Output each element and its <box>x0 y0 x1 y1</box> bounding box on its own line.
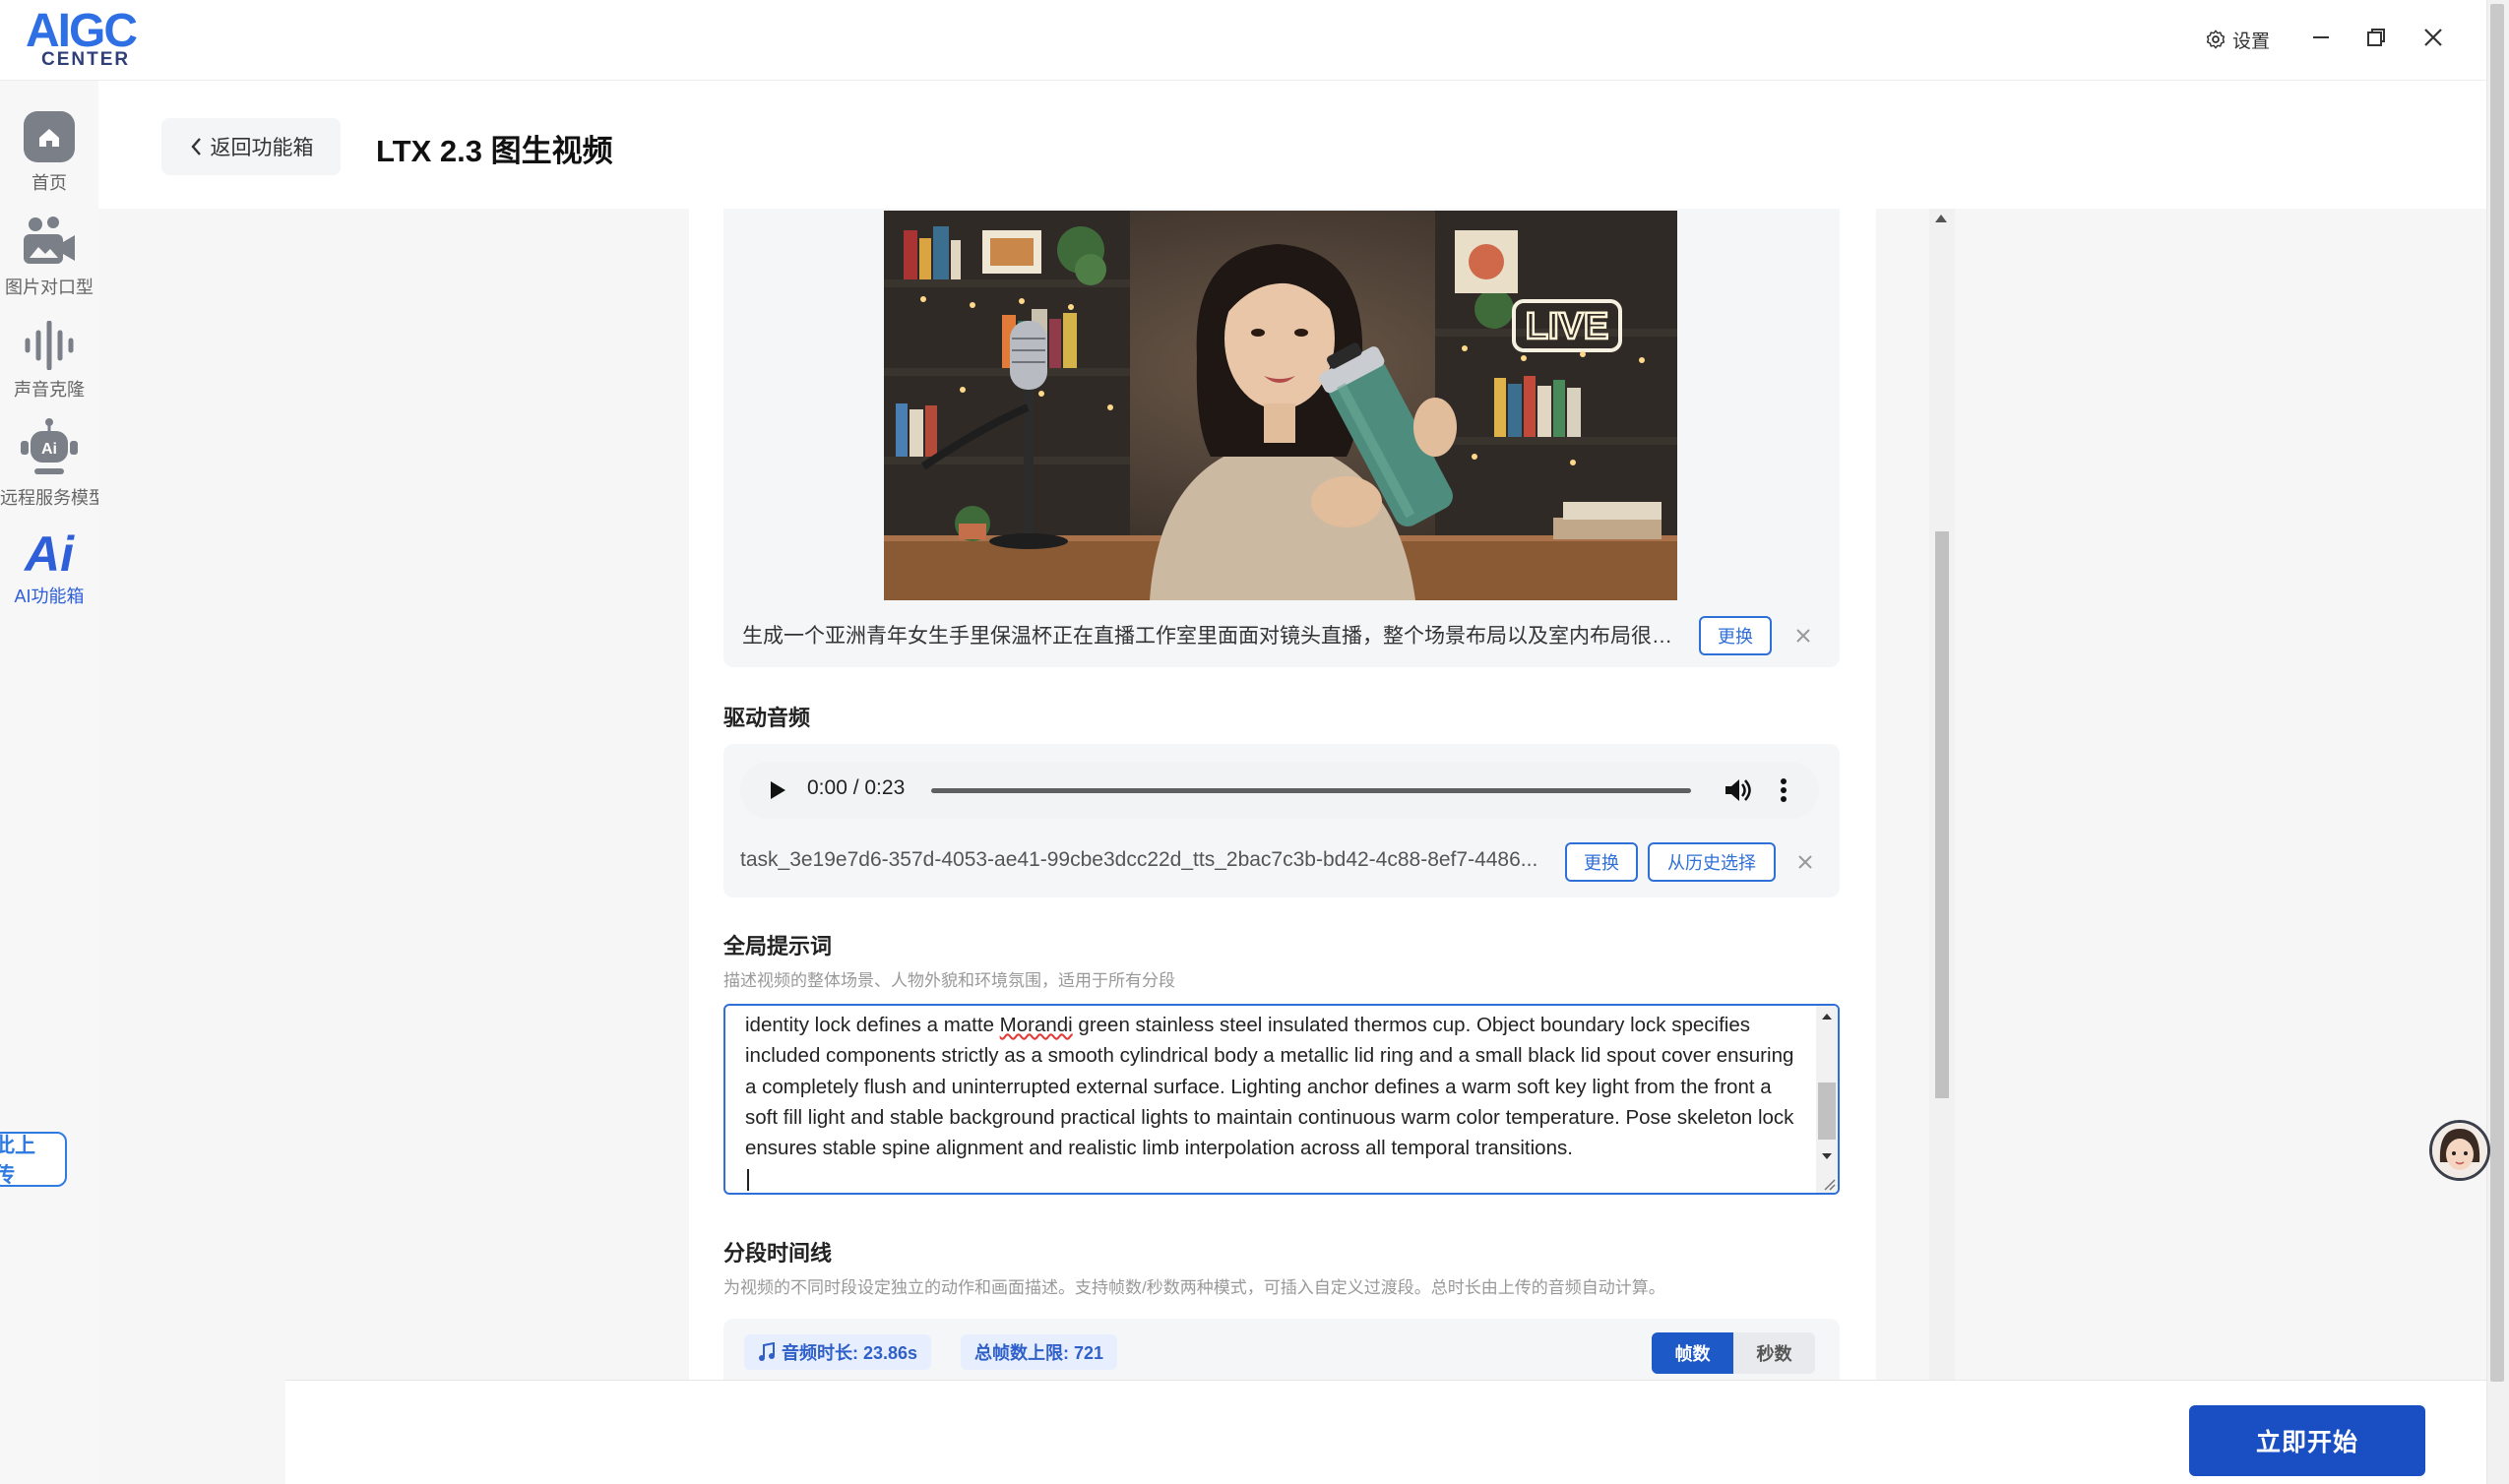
nav-item-ai-toolbox[interactable]: Ai AI功能箱 <box>0 526 98 608</box>
volume-button[interactable] <box>1723 775 1752 810</box>
svg-text:Ai: Ai <box>23 526 75 577</box>
global-prompt-textarea[interactable]: identity lock defines a matte Morandi gr… <box>723 1004 1840 1195</box>
volume-icon <box>1725 779 1751 801</box>
upload-side-tab[interactable]: 此上传 <box>0 1132 67 1187</box>
nav-label-image-lipsync: 图片对口型 <box>5 278 94 297</box>
choose-from-history-button[interactable]: 从历史选择 <box>1648 842 1776 882</box>
assistant-avatar-button[interactable] <box>2429 1120 2490 1181</box>
window-scroll-thumb[interactable] <box>2490 4 2504 1382</box>
audio-duration-badge: 音频时长: 23.86s <box>744 1334 932 1370</box>
minimize-button[interactable] <box>2299 18 2343 57</box>
timeline-mode-toggle: 帧数 秒数 <box>1652 1332 1815 1374</box>
close-icon <box>2424 29 2442 46</box>
image-lipsync-icon <box>24 216 75 264</box>
svg-text:Ai: Ai <box>41 441 57 458</box>
panel-scroll-thumb[interactable] <box>1935 531 1949 1098</box>
mode-frames-label: 帧数 <box>1674 1344 1711 1364</box>
history-label: 从历史选择 <box>1667 853 1756 873</box>
audio-more-button[interactable] <box>1778 775 1789 810</box>
audio-section-title: 驱动音频 <box>723 706 811 730</box>
nav-label-home: 首页 <box>31 173 67 193</box>
play-icon <box>771 781 785 799</box>
replace-image-label: 更换 <box>1718 627 1753 647</box>
mode-seconds-label: 秒数 <box>1756 1344 1792 1364</box>
close-button[interactable] <box>2412 18 2455 57</box>
timeline-section-subtitle: 为视频的不同时段设定独立的动作和画面描述。支持帧数/秒数两种模式，可插入自定义过… <box>723 1278 1665 1297</box>
restore-button[interactable] <box>2354 18 2398 57</box>
replace-audio-label: 更换 <box>1584 853 1619 873</box>
restore-icon <box>2367 29 2385 46</box>
frame-limit-badge: 总帧数上限: 721 <box>961 1334 1118 1370</box>
chevron-left-icon <box>190 138 201 155</box>
scroll-up-icon[interactable] <box>1820 1012 1834 1021</box>
scroll-up-arrow[interactable] <box>1935 215 1947 222</box>
audio-time: 0:00 / 0:23 <box>807 776 906 799</box>
back-label: 返回功能箱 <box>210 137 314 159</box>
timeline-section-title: 分段时间线 <box>723 1241 833 1266</box>
page-header: 返回功能箱 LTX 2.3 图生视频 <box>98 81 2486 209</box>
remove-image-button[interactable] <box>1789 622 1817 649</box>
nav-item-home[interactable]: 首页 <box>0 110 98 195</box>
text-caret <box>747 1169 749 1191</box>
settings-label: 设置 <box>2232 31 2271 52</box>
nav-label-voice-clone: 声音克隆 <box>14 380 85 400</box>
robot-icon: Ai <box>21 418 78 474</box>
logo-text: AIGC <box>26 5 138 57</box>
upload-tab-label: 此上传 <box>0 1135 35 1187</box>
audio-file-name: task_3e19e7d6-357d-4053-ae41-99cbe3dcc22… <box>740 848 1538 871</box>
global-prompt-text: identity lock defines a matte Morandi gr… <box>745 1010 1798 1163</box>
close-icon <box>1796 629 1810 643</box>
home-icon <box>24 111 75 162</box>
nav-item-voice-clone[interactable]: 声音克隆 <box>0 321 98 402</box>
left-nav: 首页 图片对口型 声音克隆 Ai 远程服务模型 Ai AI功能箱 此上传 <box>0 81 106 1484</box>
right-gutter <box>1955 209 2486 1380</box>
title-bar: AIGC CENTER 设置 <box>0 0 2486 81</box>
mode-seconds-button[interactable]: 秒数 <box>1733 1332 1815 1374</box>
nav-item-remote-model[interactable]: Ai 远程服务模型 <box>0 417 106 510</box>
minimize-icon <box>2313 36 2329 38</box>
back-to-toolbox-button[interactable]: 返回功能箱 <box>161 118 341 175</box>
prompt-misspelled-word: Morandi <box>999 1014 1073 1036</box>
ai-toolbox-icon: Ai <box>23 526 75 577</box>
image-prompt-caption: 生成一个亚洲青年女生手里保温杯正在直播工作室里面面对镜头直播，整个场景布局以及室… <box>742 625 1687 648</box>
more-vertical-icon <box>1781 778 1787 802</box>
prompt-section-title: 全局提示词 <box>723 934 833 958</box>
live-neon-sign: LIVE <box>1526 306 1608 347</box>
music-note-icon <box>759 1342 775 1361</box>
logo-subtext: CENTER <box>41 49 131 70</box>
audio-duration-text: 音频时长: 23.86s <box>782 1343 918 1363</box>
prompt-text-part-1: identity lock defines a matte <box>745 1014 1000 1036</box>
textarea-scroll-thumb[interactable] <box>1818 1082 1836 1140</box>
bottom-action-bar <box>285 1380 2486 1484</box>
audio-seek-bar[interactable] <box>931 788 1691 793</box>
resize-handle-icon[interactable] <box>1822 1177 1836 1191</box>
page-title: LTX 2.3 图生视频 <box>376 134 613 168</box>
remove-audio-button[interactable] <box>1791 848 1819 876</box>
start-now-button[interactable]: 立即开始 <box>2189 1405 2425 1476</box>
prompt-section-subtitle: 描述视频的整体场景、人物外貌和环境氛围，适用于所有分段 <box>723 971 1175 990</box>
assistant-avatar-icon <box>2432 1123 2487 1178</box>
app-logo: AIGC CENTER <box>24 5 161 71</box>
play-button[interactable] <box>768 779 787 806</box>
start-now-label: 立即开始 <box>2255 1429 2358 1456</box>
scroll-down-icon[interactable] <box>1820 1151 1834 1161</box>
reference-image: LIVE <box>884 211 1677 600</box>
gear-icon <box>2206 30 2226 49</box>
replace-image-button[interactable]: 更换 <box>1699 616 1772 655</box>
replace-audio-button[interactable]: 更换 <box>1565 842 1638 882</box>
voice-clone-icon <box>25 321 74 370</box>
settings-button[interactable]: 设置 <box>2205 24 2270 55</box>
close-icon <box>1798 855 1812 869</box>
frame-limit-text: 总帧数上限: 721 <box>974 1343 1104 1363</box>
reference-image-illustration: LIVE <box>884 211 1677 600</box>
nav-label-ai-toolbox: AI功能箱 <box>14 587 85 606</box>
nav-label-remote-model: 远程服务模型 <box>0 488 106 508</box>
mode-frames-button[interactable]: 帧数 <box>1652 1332 1733 1374</box>
nav-item-image-lipsync[interactable]: 图片对口型 <box>0 215 98 299</box>
